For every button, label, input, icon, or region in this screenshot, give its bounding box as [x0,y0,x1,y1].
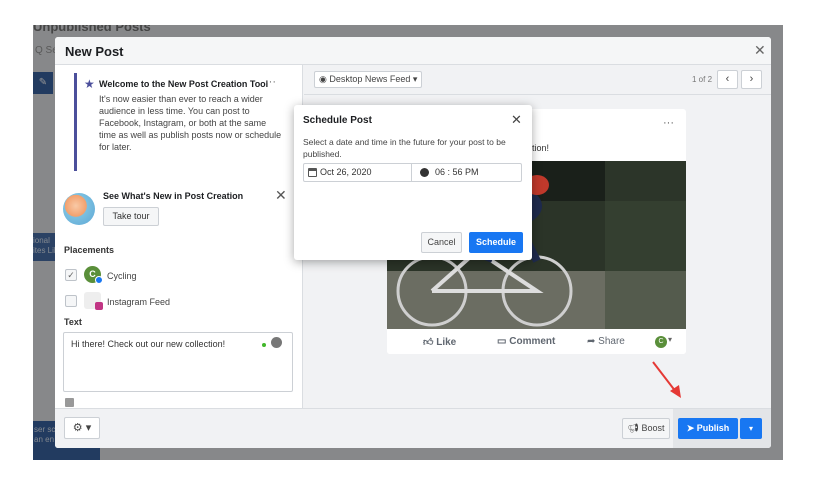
modal-title: New Post [65,44,124,59]
thumbs-up-icon: 👍︎ [423,337,437,348]
post-actions-bar: 👍︎ Like ▭ Comment ➦ Share C ▾ [387,330,686,354]
schedule-dialog-title: Schedule Post [303,115,372,126]
welcome-title: Welcome to the New Post Creation Tool [99,79,269,89]
clock-icon [420,168,429,177]
cancel-button[interactable]: Cancel [421,232,462,253]
send-icon: ➤ [686,423,697,433]
screen: Unpublished Posts Q Se ✎ ional ites Lik … [0,0,820,482]
like-label: Like [436,337,457,348]
globe-icon: ◉ [319,74,330,84]
post-preview-text: tion! [532,143,550,153]
post-text-value: Hi there! Check out our new collection! [71,339,226,349]
composer-panel: ★ Welcome to the New Post Creation Tool … [55,65,303,408]
preview-pager: 1 of 2 [692,75,713,84]
schedule-post-dialog: Schedule Post ✕ Select a date and time i… [294,105,532,260]
whats-new-title: See What's New in Post Creation [103,191,244,201]
boost-label: Boost [641,423,665,433]
star-icon: ★ [84,77,95,91]
next-button[interactable]: › [741,70,762,89]
placement-label-cycling: Cycling [107,271,137,281]
prev-button[interactable]: ‹ [717,70,738,89]
placements-heading: Placements [64,245,115,255]
more-options-icon[interactable]: ··· [663,117,674,129]
placement-checkbox-instagram[interactable] [65,295,77,307]
comment-icon: ▭ [497,336,510,347]
chevron-down-icon: ▾ [748,424,753,433]
chevron-down-icon: ▾ [85,422,92,434]
publish-button[interactable]: ➤ Publish [678,418,738,439]
settings-button[interactable]: ⚙ ▾ [64,417,100,439]
chevron-down-icon[interactable]: ▾ [668,335,672,344]
take-tour-button[interactable]: Take tour [103,207,159,226]
welcome-card: ★ Welcome to the New Post Creation Tool … [74,73,287,171]
like-button[interactable]: 👍︎ Like [423,336,456,348]
feed-select[interactable]: ◉ Desktop News Feed ▾ [314,71,422,88]
illustration-icon [63,193,95,225]
date-value: Oct 26, 2020 [320,167,372,177]
more-options-icon[interactable]: ··· [265,76,276,88]
gear-icon: ⚙ [72,422,83,434]
publish-label: Publish [696,423,730,433]
close-icon[interactable]: ✕ [511,112,522,128]
emoji-icon[interactable] [271,337,282,348]
placement-label-instagram: Instagram Feed [107,297,171,307]
schedule-dialog-description: Select a date and time in the future for… [303,137,506,159]
chevron-down-icon: ▾ [410,74,418,84]
share-button[interactable]: ➦ Share [587,336,625,347]
date-field[interactable]: Oct 26, 2020 [303,163,412,182]
calendar-icon [308,168,317,177]
publish-options-dropdown[interactable]: ▾ [740,418,762,439]
post-text-input[interactable]: Hi there! Check out our new collection! [63,332,293,392]
whats-new-card: See What's New in Post Creation Take tou… [63,185,289,237]
comment-button[interactable]: ▭ Comment [497,336,555,347]
instagram-icon [95,302,103,310]
share-icon: ➦ [587,336,599,347]
annotation-arrow-icon [652,361,681,398]
modal-footer: ⚙ ▾ 📢︎ Boost ➤ Publish ▾ [55,408,771,448]
close-icon[interactable]: ✕ [754,42,766,59]
media-icon[interactable] [65,398,74,407]
time-field[interactable]: 06 : 56 PM [411,163,522,182]
placement-checkbox-cycling[interactable]: ✓ [65,269,77,281]
megaphone-icon: 📢︎ [627,423,642,433]
boost-button[interactable]: 📢︎ Boost [622,418,670,439]
modal-header: New Post ✕ [55,37,771,65]
comment-label: Comment [509,336,556,347]
facebook-icon [95,276,103,284]
time-value: 06 : 56 PM [435,167,479,177]
share-label: Share [598,336,625,347]
schedule-button[interactable]: Schedule [469,232,523,253]
welcome-body: It's now easier than ever to reach a wid… [99,94,282,152]
text-heading: Text [64,317,82,327]
close-icon[interactable]: ✕ [275,187,287,204]
avatar[interactable]: C [655,336,667,348]
feed-select-label: Desktop News Feed [329,74,411,84]
status-dot-icon [262,343,266,347]
divider [304,94,771,95]
